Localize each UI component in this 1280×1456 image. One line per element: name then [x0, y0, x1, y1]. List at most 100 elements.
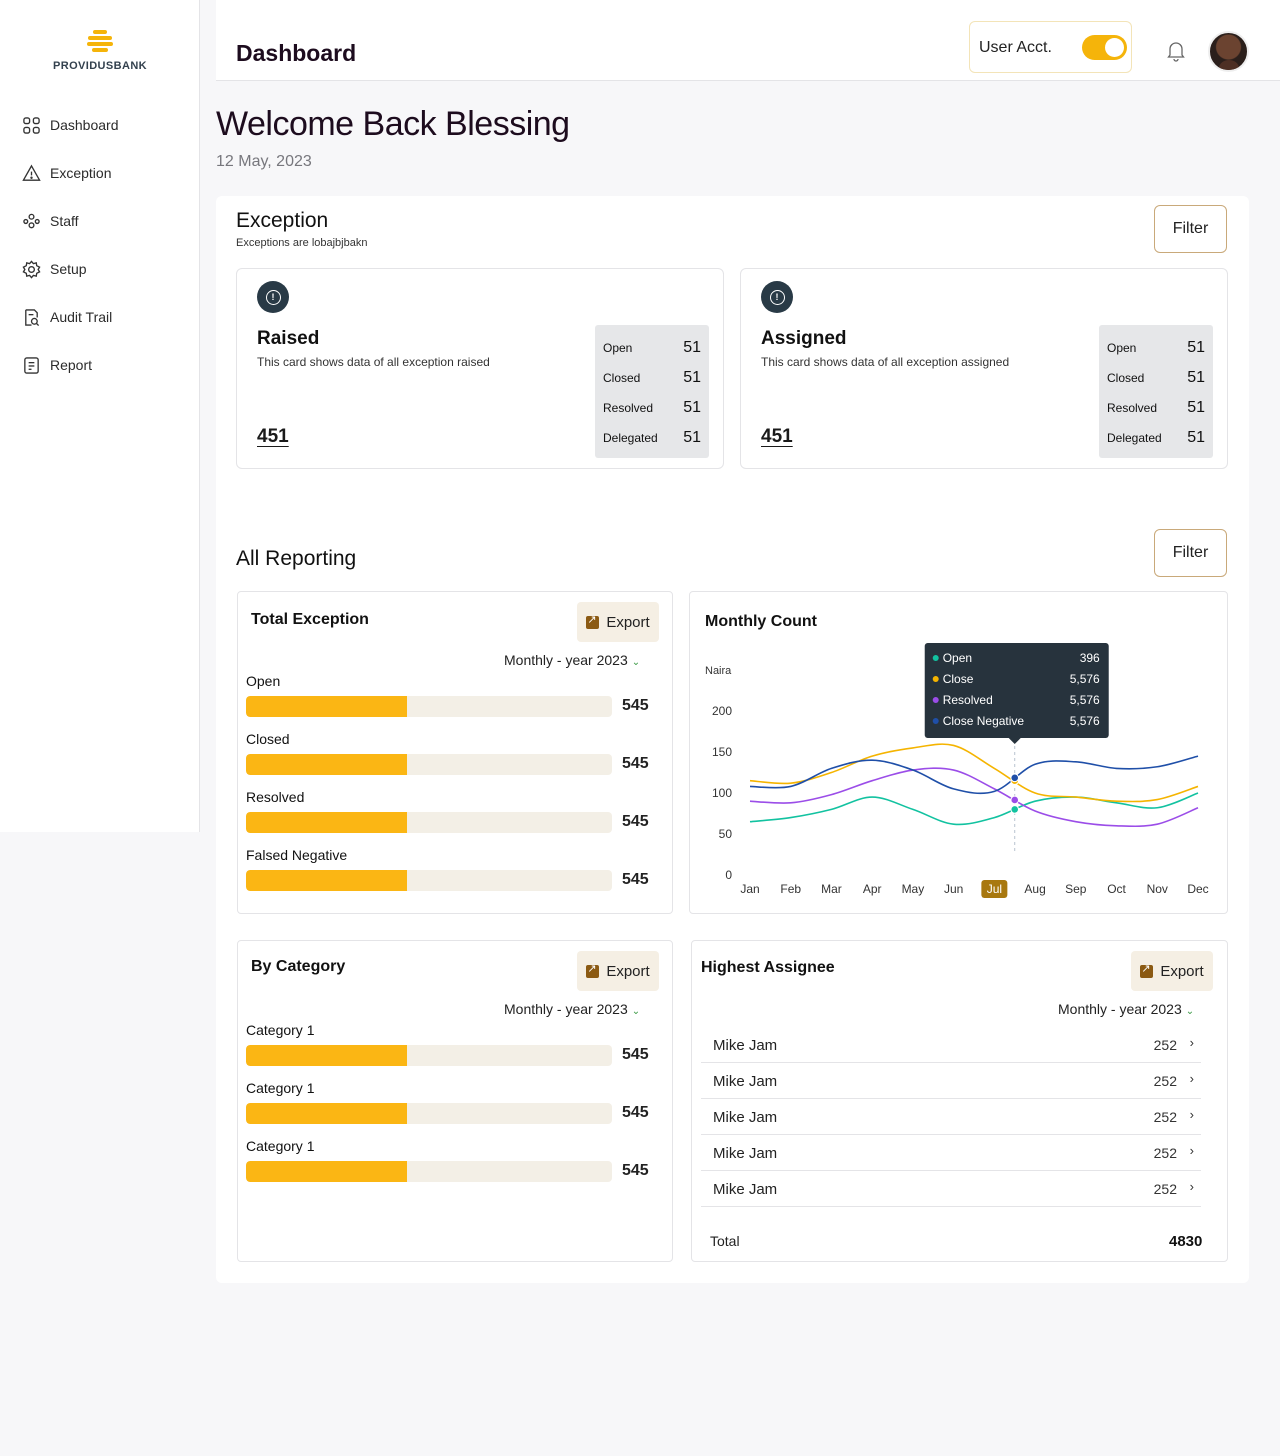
brand-name: PROVIDUSBANK [52, 60, 148, 72]
chevron-right-icon: › [1189, 1107, 1194, 1122]
bell-icon[interactable] [1166, 40, 1186, 62]
bar-label: Resolved [246, 789, 305, 805]
card-title: Assigned [761, 328, 847, 349]
stat-value: 51 [1187, 369, 1205, 386]
sidebar-item-staff[interactable]: Staff [22, 208, 119, 234]
stat-label: Delegated [603, 431, 658, 445]
period-dropdown[interactable]: Monthly - year 2023 ⌄ [504, 1001, 640, 1017]
chevron-right-icon: › [1189, 1071, 1194, 1086]
stat-row: Resolved 51 [1107, 393, 1205, 423]
user-acct-switch[interactable]: User Acct. [969, 21, 1132, 73]
reporting-filter-button[interactable]: Filter [1154, 529, 1227, 577]
assignee-count: 252 [1153, 1109, 1177, 1125]
x-tick-label: Dec [1187, 882, 1208, 896]
tooltip-legend-dot [932, 676, 939, 682]
tooltip-series-name: Open [943, 651, 972, 665]
by-category-card: By Category Export Monthly - year 2023⌄ … [237, 940, 673, 1262]
card-title: By Category [251, 958, 346, 975]
grid-icon [23, 116, 40, 134]
tooltip-series-value: 5,576 [1070, 693, 1100, 707]
total-value: 4830 [1169, 1233, 1203, 1250]
x-tick-label: Nov [1147, 882, 1168, 896]
bar-item-category: Category 1 545 [246, 1022, 654, 1066]
assignee-row[interactable]: Mike Jam 252 › [701, 1171, 1201, 1207]
stat-label: Open [1107, 341, 1137, 355]
sidebar-item-setup[interactable]: Setup [22, 256, 119, 282]
sidebar-item-dashboard[interactable]: Dashboard [22, 112, 119, 138]
period-dropdown[interactable]: Monthly - year 2023 ⌄ [1058, 1001, 1194, 1017]
card-stats: Open 51 Closed 51 Resolved 51 Delegated 51 [1099, 325, 1213, 458]
bar-value: 545 [622, 1046, 649, 1063]
export-button[interactable]: Export [577, 602, 659, 642]
bar-fill [246, 870, 408, 891]
x-tick-label: Jun [944, 882, 963, 896]
card-title: Total Exception [251, 611, 369, 628]
tooltip-legend-dot [932, 718, 939, 724]
warning-icon [22, 164, 41, 181]
stat-value: 51 [683, 339, 701, 356]
bar-item-open: Open 545 [246, 673, 654, 717]
stat-label: Closed [1107, 371, 1145, 385]
tooltip-legend-dot [932, 655, 939, 661]
stat-row: Closed 51 [603, 363, 701, 393]
avatar[interactable] [1208, 31, 1249, 72]
assignee-row[interactable]: Mike Jam 252 › [701, 1063, 1201, 1099]
stat-row: Open 51 [1107, 333, 1205, 363]
period-dropdown[interactable]: Monthly - year 2023 ⌄ [504, 652, 640, 668]
document-search-icon [25, 308, 40, 326]
exception-section-subtitle: Exceptions are lobajbjbakn [236, 237, 368, 249]
assignee-row[interactable]: Mike Jam 252 › [701, 1027, 1201, 1063]
hover-point [1010, 773, 1020, 783]
assignee-name: Mike Jam [713, 1037, 778, 1054]
sidebar-item-audit-trail[interactable]: Audit Trail [22, 304, 119, 330]
bar-fill [246, 1045, 408, 1066]
stat-label: Resolved [1107, 401, 1158, 415]
stat-label: Closed [603, 371, 641, 385]
tooltip-legend-dot [932, 697, 939, 703]
x-tick-label: Apr [863, 882, 882, 896]
bar-value: 545 [622, 697, 649, 714]
stat-label: Resolved [603, 401, 654, 415]
x-tick-label: Jan [740, 882, 759, 896]
bar-value: 545 [622, 871, 649, 888]
sidebar-item-label: Audit Trail [50, 309, 113, 325]
assignee-row[interactable]: Mike Jam 252 › [701, 1135, 1201, 1171]
export-icon [586, 962, 600, 978]
card-total[interactable]: 451 [257, 426, 289, 448]
x-tick-label: Feb [780, 882, 801, 896]
stat-row: Closed 51 [1107, 363, 1205, 393]
top-header: Dashboard User Acct. [216, 0, 1280, 81]
bar-fill [246, 1161, 408, 1182]
bar-track [246, 870, 612, 891]
y-tick-label: 200 [712, 704, 732, 718]
export-button[interactable]: Export [1131, 951, 1213, 991]
exception-filter-button[interactable]: Filter [1154, 205, 1227, 253]
period-label: Monthly - year 2023 [504, 652, 628, 668]
assignee-row[interactable]: Mike Jam 252 › [701, 1099, 1201, 1135]
card-total[interactable]: 451 [761, 426, 793, 448]
hover-point [1010, 795, 1020, 805]
stat-value: 51 [1187, 339, 1205, 356]
stat-value: 51 [683, 369, 701, 386]
bar-track [246, 1103, 612, 1124]
y-axis-label: Naira [705, 665, 732, 677]
user-acct-toggle[interactable] [1082, 35, 1127, 60]
total-exception-card: Total Exception Export Monthly - year 20… [237, 591, 673, 914]
bar-track [246, 754, 612, 775]
chevron-right-icon: › [1189, 1179, 1194, 1194]
bar-item-resolved: Resolved 545 [246, 789, 654, 833]
monthly-count-chart: Naira 0 50 100 150 200 Jan Feb Mar Apr May Jun Jul Au… [705, 643, 1209, 898]
tooltip-series-name: Close [943, 672, 974, 686]
tooltip-series-value: 5,576 [1070, 672, 1100, 686]
y-tick-label: 150 [712, 745, 732, 759]
bar-label: Closed [246, 731, 290, 747]
main-panel: Exception Exceptions are lobajbjbakn Fil… [216, 196, 1249, 1283]
export-icon [1140, 962, 1154, 978]
export-button[interactable]: Export [577, 951, 659, 991]
providusbank-logo[interactable]: PROVIDUSBANK [52, 30, 148, 72]
sidebar-item-report[interactable]: Report [22, 352, 119, 378]
sidebar-item-label: Setup [50, 261, 87, 277]
sidebar-item-exception[interactable]: Exception [22, 160, 119, 186]
raised-card: Raised This card shows data of all excep… [236, 268, 724, 469]
tooltip-series-value: 5,576 [1070, 714, 1100, 728]
